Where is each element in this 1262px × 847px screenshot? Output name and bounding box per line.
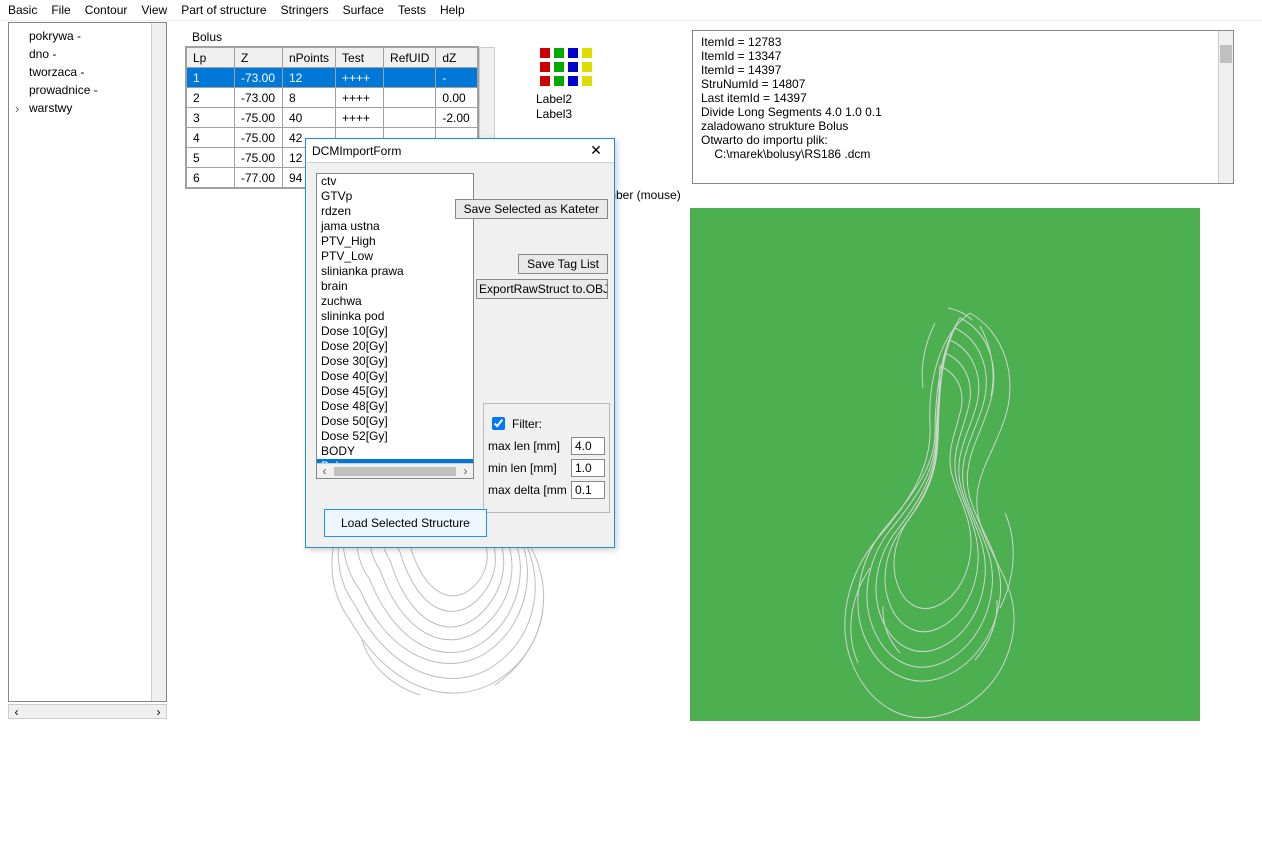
swatch-labels: Label2 Label3 [536,92,572,122]
save-kateter-button[interactable]: Save Selected as Kateter [455,199,608,219]
viewport-right[interactable] [690,208,1200,721]
menu-contour[interactable]: Contour [85,3,128,17]
list-item[interactable]: jama ustna [317,219,473,234]
tree-item-tworzaca[interactable]: tworzaca [11,63,164,81]
tree-item-warstwy[interactable]: warstwy [11,99,164,117]
menu-part-of-structure[interactable]: Part of structure [181,3,266,17]
dcm-import-dialog: DCMImportForm ✕ ctvGTVprdzenjama ustnaPT… [305,138,615,548]
menu-surface[interactable]: Surface [343,3,384,17]
dialog-title: DCMImportForm [312,144,584,158]
col-z[interactable]: Z [235,48,283,68]
maxdelta-input[interactable] [571,481,605,499]
tree-item-pokrywa[interactable]: pokrywa [11,27,164,45]
menu-basic[interactable]: Basic [8,3,37,17]
menu-view[interactable]: View [141,3,167,17]
listbox-hscroll[interactable]: ‹ › [317,463,473,478]
export-obj-button[interactable]: ExportRawStruct to.OBJ file [476,279,608,299]
swatch-red [540,76,550,86]
list-item[interactable]: Dose 20[Gy] [317,339,473,354]
tree-item-prowadnice[interactable]: prowadnice [11,81,164,99]
col-lp[interactable]: Lp [187,48,235,68]
scroll-right-icon[interactable]: › [151,705,166,719]
load-structure-button[interactable]: Load Selected Structure [324,509,487,537]
col-dz[interactable]: dZ [436,48,478,68]
col-test[interactable]: Test [336,48,384,68]
scroll-right-icon[interactable]: › [458,464,473,478]
dialog-titlebar[interactable]: DCMImportForm ✕ [306,139,614,163]
swatch-blue [568,76,578,86]
color-swatches [540,48,592,90]
list-item[interactable]: Dose 40[Gy] [317,369,473,384]
list-item[interactable]: Dose 48[Gy] [317,399,473,414]
swatch-green [554,62,564,72]
tree-panel: pokrywa dno tworzaca prowadnice warstwy [8,22,167,702]
tree-hscroll[interactable]: ‹ › [8,704,167,719]
tree-item-dno[interactable]: dno [11,45,164,63]
swatch-red [540,62,550,72]
scroll-left-icon[interactable]: ‹ [9,705,24,719]
table-row[interactable]: 3-75.0040++++-2.00 [187,108,478,128]
swatch-yellow [582,48,592,58]
swatch-yellow [582,62,592,72]
log-panel: ItemId = 12783 ItemId = 13347 ItemId = 1… [692,30,1234,184]
menu-help[interactable]: Help [440,3,465,17]
maxdelta-label: max delta [mm [488,483,567,497]
list-item[interactable]: brain [317,279,473,294]
structure-listbox[interactable]: ctvGTVprdzenjama ustnaPTV_HighPTV_Lowsli… [316,173,474,479]
swatch-blue [568,48,578,58]
scroll-left-icon[interactable]: ‹ [317,464,332,478]
col-npoints[interactable]: nPoints [283,48,336,68]
label2: Label2 [536,92,572,107]
menu-file[interactable]: File [51,3,70,17]
list-item[interactable]: Dose 52[Gy] [317,429,473,444]
list-item[interactable]: rdzen [317,204,473,219]
swatch-green [554,48,564,58]
menu-tests[interactable]: Tests [398,3,426,17]
minlen-input[interactable] [571,459,605,477]
filter-checkbox[interactable] [492,417,505,430]
maxlen-label: max len [mm] [488,439,567,453]
swatch-yellow [582,76,592,86]
list-item[interactable]: zuchwa [317,294,473,309]
list-item[interactable]: PTV_High [317,234,473,249]
list-item[interactable]: ctv [317,174,473,189]
swatch-green [554,76,564,86]
log-scrollbar[interactable] [1218,31,1233,183]
tree-scrollbar[interactable] [151,23,166,701]
col-refuid[interactable]: RefUID [384,48,436,68]
close-icon[interactable]: ✕ [584,142,608,159]
list-item[interactable]: BODY [317,444,473,459]
grid-title: Bolus [192,30,222,44]
maxlen-input[interactable] [571,437,605,455]
table-row[interactable]: 2-73.008++++0.00 [187,88,478,108]
list-item[interactable]: slininka pod [317,309,473,324]
table-row[interactable]: 1-73.0012++++- [187,68,478,88]
list-item[interactable]: Dose 30[Gy] [317,354,473,369]
filter-label: Filter: [512,417,542,431]
list-item[interactable]: slinianka prawa [317,264,473,279]
list-item[interactable]: PTV_Low [317,249,473,264]
list-item[interactable]: GTVp [317,189,473,204]
scroll-thumb[interactable] [334,467,456,476]
swatch-red [540,48,550,58]
menu-stringers[interactable]: Stringers [281,3,329,17]
menubar: Basic File Contour View Part of structur… [0,0,1262,21]
minlen-label: min len [mm] [488,461,567,475]
list-item[interactable]: Dose 45[Gy] [317,384,473,399]
list-item[interactable]: Dose 10[Gy] [317,324,473,339]
list-item[interactable]: Dose 50[Gy] [317,414,473,429]
label3: Label3 [536,107,572,122]
swatch-blue [568,62,578,72]
filter-group: Filter: max len [mm] min len [mm] max de… [483,403,610,513]
save-taglist-button[interactable]: Save Tag List [518,254,608,274]
mouse-label: mber (mouse) [606,188,681,202]
